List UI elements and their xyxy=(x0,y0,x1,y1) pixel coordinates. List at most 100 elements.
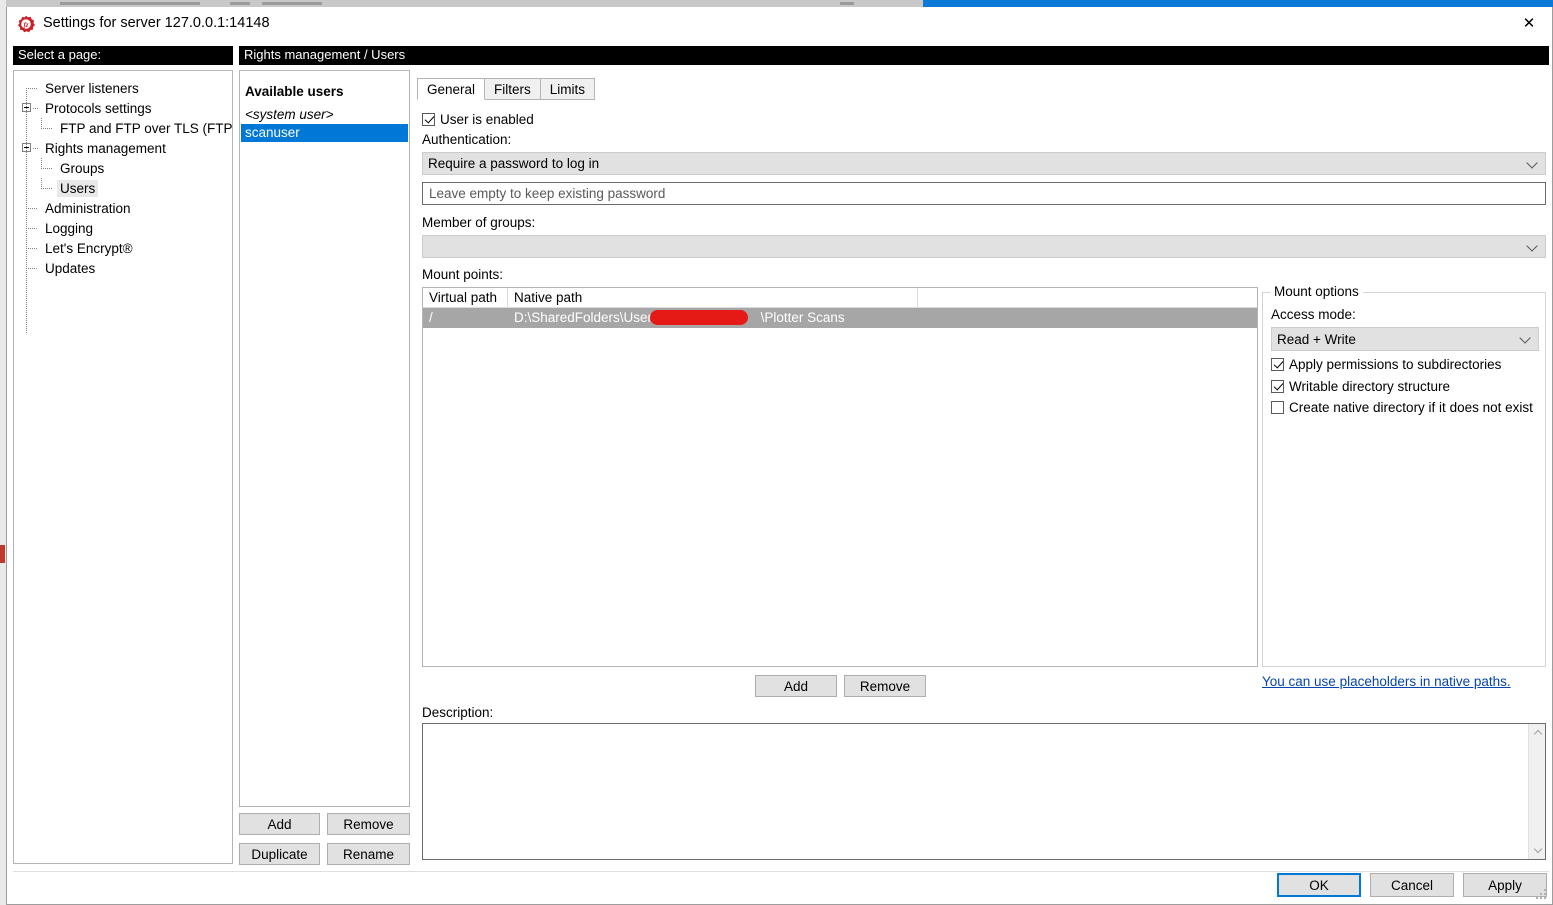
close-icon[interactable]: ✕ xyxy=(1506,7,1552,39)
mount-points-header: Virtual path Native path xyxy=(423,288,1257,308)
tree-item-label: Updates xyxy=(45,260,96,276)
chevron-down-icon xyxy=(1526,239,1538,252)
tree-connector xyxy=(33,108,38,109)
access-mode-select[interactable]: Read + Write xyxy=(1271,327,1539,351)
ok-button[interactable]: OK xyxy=(1277,873,1361,897)
sidebar-item-logging[interactable]: Logging xyxy=(14,218,232,238)
background-tick-marks xyxy=(840,2,854,5)
mount-options-group: Mount options Access mode: Read + Write … xyxy=(1262,284,1546,667)
user-enabled-checkbox[interactable]: User is enabled xyxy=(422,112,534,127)
user-settings-content: General Filters Limits User is enabled A… xyxy=(417,70,1548,867)
scroll-up-icon[interactable] xyxy=(1529,724,1546,741)
create-native-directory-checkbox[interactable]: Create native directory if it does not e… xyxy=(1271,400,1533,415)
sidebar-item-lets-encrypt[interactable]: Let's Encrypt® xyxy=(14,238,232,258)
checkbox-icon xyxy=(1271,358,1284,371)
add-user-button[interactable]: Add xyxy=(239,813,320,835)
tree-connector xyxy=(41,128,53,129)
sidebar-item-administration[interactable]: Administration xyxy=(14,198,232,218)
chevron-down-icon xyxy=(1526,156,1538,169)
tree-item-label: Logging xyxy=(45,220,94,236)
sidebar-item-rights-management[interactable]: Rights management xyxy=(14,138,232,158)
background-tick-marks xyxy=(230,2,250,5)
tree-item-label: Let's Encrypt® xyxy=(45,240,133,256)
sidebar-item-server-listeners[interactable]: Server listeners xyxy=(14,78,232,98)
sidebar-item-ftp-ftps[interactable]: FTP and FTP over TLS (FTPS) xyxy=(14,118,232,138)
settings-dialog: fz Settings for server 127.0.0.1:14148 ✕… xyxy=(6,7,1553,905)
native-path-suffix: \Plotter Scans xyxy=(760,310,845,325)
tree-item-label: Server listeners xyxy=(45,80,139,96)
tree-item-label: Rights management xyxy=(45,140,166,156)
placeholders-help-link[interactable]: You can use placeholders in native paths… xyxy=(1262,674,1511,689)
checkbox-label: User is enabled xyxy=(440,112,534,127)
select-page-header: Select a page: xyxy=(13,46,233,65)
sidebar-item-groups[interactable]: Groups xyxy=(14,158,232,178)
table-row[interactable]: / D:\SharedFolders\Users\ \Plotter Scans xyxy=(423,308,1257,328)
tree-connector xyxy=(41,158,42,168)
description-scrollbar[interactable] xyxy=(1528,724,1545,859)
background-red-marker xyxy=(0,545,5,563)
checkbox-label: Writable directory structure xyxy=(1289,379,1451,394)
mount-points-list[interactable]: Virtual path Native path / D:\SharedFold… xyxy=(422,287,1258,667)
tab-strip: General Filters Limits xyxy=(417,78,596,100)
chevron-down-icon xyxy=(1519,332,1531,344)
sidebar-item-users[interactable]: Users xyxy=(14,178,232,198)
remove-user-button[interactable]: Remove xyxy=(327,813,410,835)
footer-divider xyxy=(13,871,1549,872)
page-tree[interactable]: Server listeners Protocols settings FTP … xyxy=(13,70,233,864)
list-item[interactable]: <system user> xyxy=(241,106,408,124)
tab-general[interactable]: General xyxy=(417,78,486,100)
svg-text:fz: fz xyxy=(24,22,29,29)
scroll-down-icon[interactable] xyxy=(1529,842,1546,859)
checkbox-label: Create native directory if it does not e… xyxy=(1289,400,1533,415)
password-placeholder: Leave empty to keep existing password xyxy=(429,186,666,201)
apply-permissions-checkbox[interactable]: Apply permissions to subdirectories xyxy=(1271,357,1501,372)
background-tick-marks xyxy=(262,2,322,5)
password-field[interactable]: Leave empty to keep existing password xyxy=(422,182,1546,205)
add-mount-point-button[interactable]: Add xyxy=(755,675,837,697)
member-of-groups-label: Member of groups: xyxy=(422,215,536,230)
rename-user-button[interactable]: Rename xyxy=(327,843,410,865)
tree-connector xyxy=(26,248,38,249)
window-title: Settings for server 127.0.0.1:14148 xyxy=(43,15,270,31)
tab-filters[interactable]: Filters xyxy=(484,78,541,100)
native-path-prefix: D:\SharedFolders\Users\ xyxy=(514,310,663,325)
sidebar-item-protocols-settings[interactable]: Protocols settings xyxy=(14,98,232,118)
mount-points-label: Mount points: xyxy=(422,267,504,282)
tree-item-label: Administration xyxy=(45,200,131,216)
column-header-native-path[interactable]: Native path xyxy=(508,288,918,307)
tree-connector xyxy=(26,88,38,89)
member-of-groups-select[interactable] xyxy=(422,235,1546,258)
writable-directory-checkbox[interactable]: Writable directory structure xyxy=(1271,379,1450,394)
cell-native-path: D:\SharedFolders\Users\ \Plotter Scans xyxy=(508,308,918,328)
redaction-bar xyxy=(650,310,748,325)
access-mode-label: Access mode: xyxy=(1271,307,1356,322)
duplicate-user-button[interactable]: Duplicate xyxy=(239,843,320,865)
background-window-accent xyxy=(923,0,1553,7)
cell-virtual-path: / xyxy=(429,310,433,325)
tree-connector xyxy=(26,228,38,229)
mount-options-title: Mount options xyxy=(1270,284,1363,299)
sidebar-item-updates[interactable]: Updates xyxy=(14,258,232,278)
list-item[interactable]: scanuser xyxy=(241,124,408,142)
filezilla-icon: fz xyxy=(17,15,35,33)
description-label: Description: xyxy=(422,705,494,720)
apply-button[interactable]: Apply xyxy=(1463,873,1547,897)
description-textarea[interactable] xyxy=(422,723,1546,860)
column-header-virtual-path[interactable]: Virtual path xyxy=(423,288,508,307)
resize-grip[interactable] xyxy=(1536,889,1548,901)
checkbox-icon xyxy=(422,113,435,126)
tab-limits[interactable]: Limits xyxy=(539,78,596,100)
checkbox-label: Apply permissions to subdirectories xyxy=(1289,357,1502,372)
cancel-button[interactable]: Cancel xyxy=(1370,873,1454,897)
tree-item-label: Groups xyxy=(60,160,105,176)
tree-item-label: Protocols settings xyxy=(45,100,152,116)
remove-mount-point-button[interactable]: Remove xyxy=(844,675,926,697)
tree-item-label: FTP and FTP over TLS (FTPS) xyxy=(60,120,233,136)
users-list[interactable]: <system user> scanuser xyxy=(241,106,408,142)
tree-trunk-connector xyxy=(26,88,27,333)
background-tick-marks xyxy=(60,2,200,5)
authentication-select[interactable]: Require a password to log in xyxy=(422,152,1546,175)
tree-connector xyxy=(41,118,42,128)
tree-connector xyxy=(41,178,42,188)
available-users-panel: Available users <system user> scanuser xyxy=(239,70,410,807)
